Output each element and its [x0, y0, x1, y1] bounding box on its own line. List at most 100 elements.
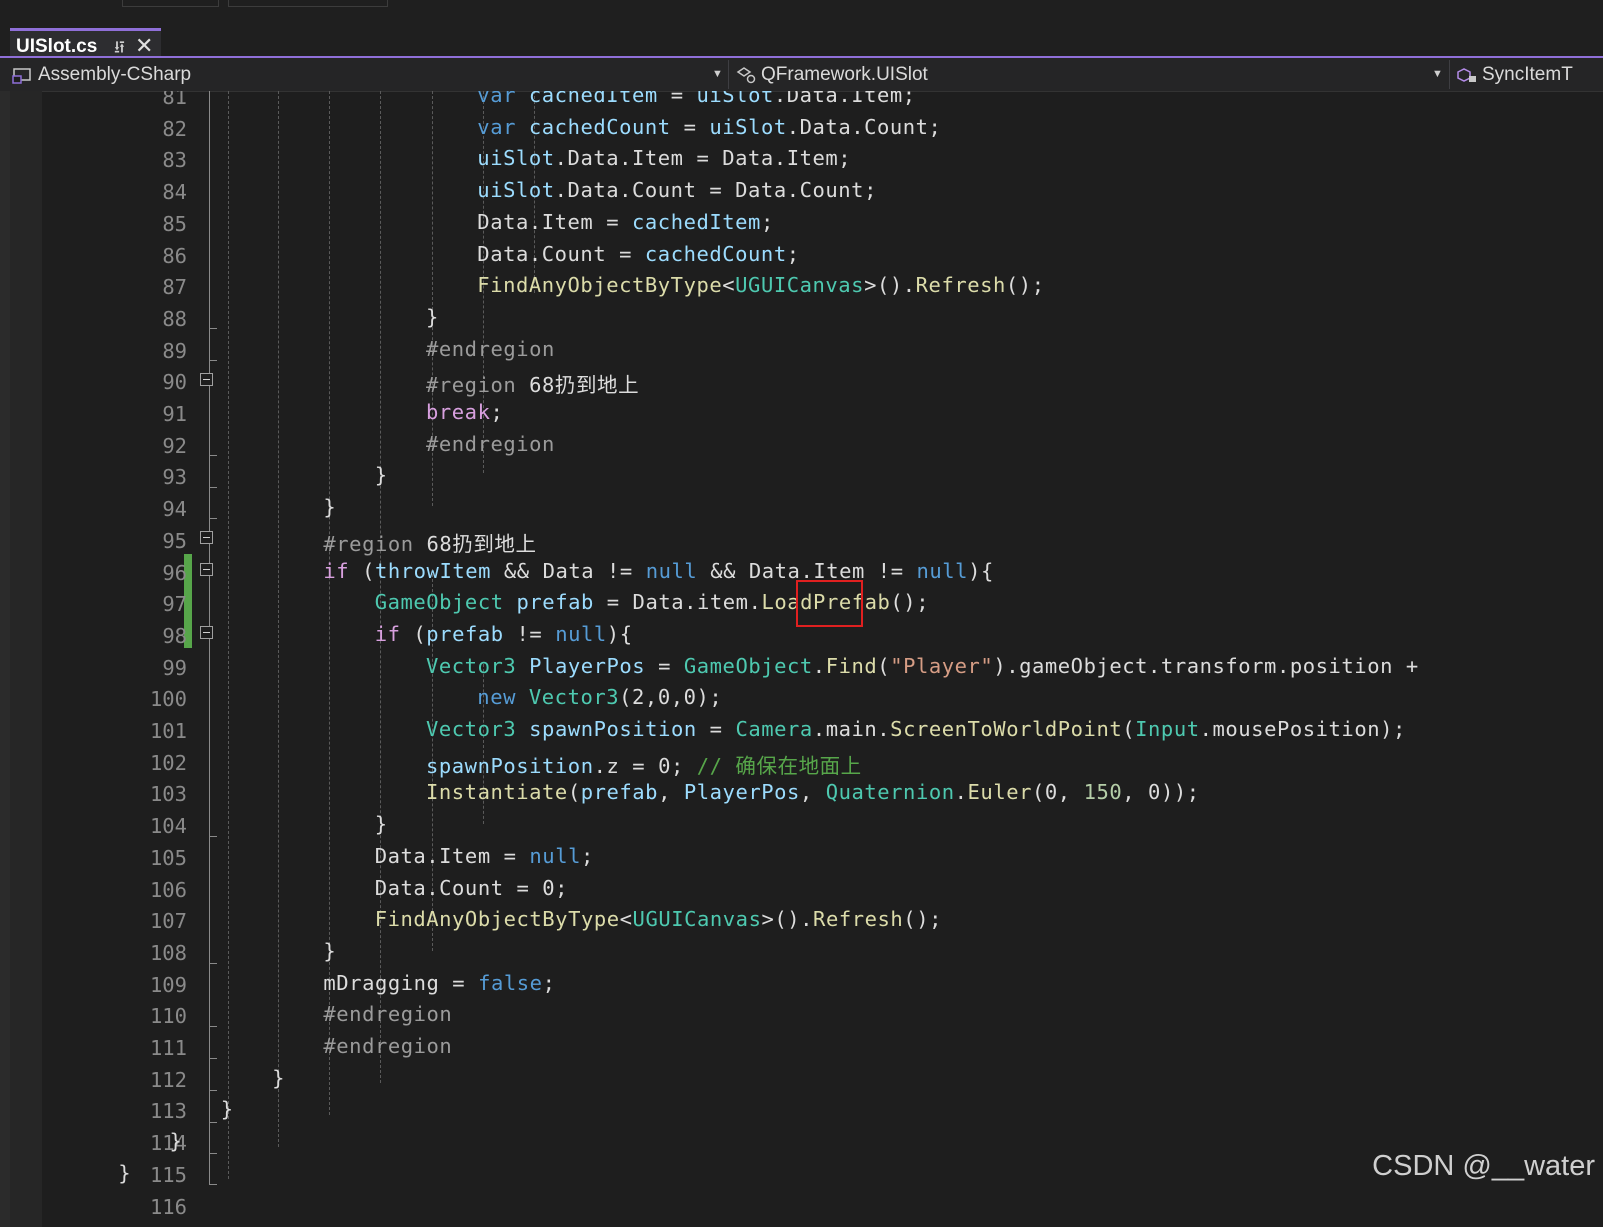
toolbar-dropdown[interactable]	[228, 0, 388, 7]
code-token: !=	[503, 621, 556, 646]
code-line[interactable]: 113}	[42, 1095, 1603, 1127]
code-line[interactable]: 109 mDragging = false;	[42, 969, 1603, 1001]
code-token: Refresh	[813, 907, 904, 932]
method-lock-icon	[1457, 68, 1476, 82]
code-line[interactable]: 92 #endregion	[42, 430, 1603, 462]
code-line[interactable]: 89 #endregion	[42, 335, 1603, 367]
code-line[interactable]: 112}	[42, 1064, 1603, 1096]
code-token: UGUICanvas	[735, 273, 865, 298]
code-line[interactable]: 86 Data.Count = cachedCount;	[42, 240, 1603, 272]
code-token: prefab	[516, 590, 594, 615]
code-token: Vector3	[426, 717, 517, 741]
code-line[interactable]: 85 Data.Item = cachedItem;	[42, 208, 1603, 240]
code-line[interactable]: 105 Data.Item = null;	[42, 842, 1603, 874]
member-dropdown[interactable]: SyncItemT	[1456, 58, 1603, 91]
code-line[interactable]: 94}	[42, 493, 1603, 525]
line-number: 91	[162, 402, 187, 426]
code-text: #region 68扔到地上	[323, 527, 536, 557]
code-text: Data.Item = null;	[375, 844, 594, 868]
code-line[interactable]: 82 var cachedCount = uiSlot.Data.Count;	[42, 113, 1603, 145]
code-token: .Data.Count = Data.Count;	[554, 178, 877, 203]
code-token: }	[169, 1129, 183, 1154]
collapse-region-icon[interactable]	[200, 373, 213, 386]
code-token: (	[877, 653, 891, 678]
code-token: FindAnyObjectByType	[477, 273, 723, 298]
indicator-margin[interactable]	[10, 91, 42, 1227]
code-token: ;	[490, 400, 504, 424]
code-line[interactable]: 103 Instantiate(prefab, PlayerPos, Quater…	[42, 778, 1603, 810]
collapse-region-icon[interactable]	[200, 626, 213, 639]
code-line[interactable]: 84 uiSlot.Data.Count = Data.Count;	[42, 176, 1603, 208]
code-token: ){	[968, 558, 994, 583]
code-token: .	[812, 653, 826, 678]
line-number: 92	[162, 433, 187, 458]
chevron-down-icon[interactable]: ▼	[712, 58, 723, 91]
code-token: UGUICanvas	[632, 907, 762, 932]
line-number: 103	[149, 782, 187, 807]
line-number: 109	[149, 972, 187, 997]
code-line[interactable]: 114}	[42, 1127, 1603, 1159]
code-line[interactable]: 115}	[42, 1159, 1603, 1191]
code-token: =	[657, 91, 697, 107]
code-text: uiSlot.Data.Count = Data.Count;	[477, 178, 877, 202]
code-line[interactable]: 110 #endregion	[42, 1000, 1603, 1032]
collapse-region-icon[interactable]	[200, 531, 213, 544]
line-number: 100	[149, 687, 187, 712]
code-text: }	[170, 1129, 183, 1153]
code-line[interactable]: 104}	[42, 810, 1603, 842]
code-token: Data.Item =	[477, 209, 633, 234]
code-line[interactable]: 99 Vector3 PlayerPos = GameObject.Find("P…	[42, 652, 1603, 684]
code-line[interactable]: 88}	[42, 303, 1603, 335]
chevron-down-icon[interactable]: ▼	[1432, 58, 1443, 91]
code-line[interactable]: 83 uiSlot.Data.Item = Data.Item;	[42, 144, 1603, 176]
code-token: ,	[658, 780, 684, 805]
code-token: cachedItem	[632, 209, 761, 234]
code-line[interactable]: 100 new Vector3(2,0,0);	[42, 683, 1603, 715]
code-text: var cachedItem = uiSlot.Data.Item;	[477, 91, 915, 107]
code-token: .Data.Item = Data.Item;	[554, 146, 852, 171]
code-line[interactable]: 108}	[42, 937, 1603, 969]
code-line[interactable]: 107 FindAnyObjectByType<UGUICanvas>().Ref…	[42, 905, 1603, 937]
code-line[interactable]: 87 FindAnyObjectByType<UGUICanvas>().Refr…	[42, 271, 1603, 303]
editor-left-strip	[0, 91, 10, 1227]
code-token: #endregion	[323, 1034, 453, 1058]
line-number: 81	[162, 91, 187, 109]
top-toolbar-strip	[0, 0, 1603, 10]
code-token: if	[374, 621, 401, 646]
code-line[interactable]: 116	[42, 1191, 1603, 1223]
line-number: 113	[149, 1099, 187, 1124]
toolbar-dropdown[interactable]	[122, 0, 219, 7]
code-token: && Data.Item !=	[697, 558, 917, 583]
code-token: null	[645, 558, 698, 583]
code-token: }	[323, 495, 337, 520]
code-line[interactable]: 91 break;	[42, 398, 1603, 430]
code-line[interactable]: 106 Data.Count = 0;	[42, 874, 1603, 906]
line-number: 108	[149, 940, 187, 965]
project-dropdown[interactable]: Assembly-CSharp	[12, 58, 717, 91]
code-editor[interactable]: 81 var cachedItem = uiSlot.Data.Item; 82 va…	[42, 91, 1603, 1227]
code-token: // 确保在地面上	[696, 753, 862, 778]
code-line[interactable]: 102 spawnPosition.z = 0; // 确保在地面上	[42, 747, 1603, 779]
code-token: }	[272, 1065, 285, 1090]
code-text: Instantiate(prefab, PlayerPos, Quaternio…	[426, 780, 1200, 804]
code-token: prefab	[580, 780, 659, 805]
code-line[interactable]: 95 #region 68扔到地上	[42, 525, 1603, 557]
code-text: }	[118, 1161, 131, 1185]
code-line[interactable]: 81 var cachedItem = uiSlot.Data.Item;	[42, 91, 1603, 113]
code-token: = Data.item.	[593, 590, 762, 615]
code-text: break;	[426, 400, 503, 424]
project-name: Assembly-CSharp	[38, 64, 192, 85]
code-token: Data.Count = 0;	[374, 875, 569, 900]
code-line[interactable]: 93}	[42, 461, 1603, 493]
code-token: ){	[606, 621, 633, 646]
collapse-region-icon[interactable]	[200, 563, 213, 576]
type-name: QFramework.UISlot	[761, 64, 928, 85]
code-line[interactable]: 101 Vector3 spawnPosition = Camera.main.S…	[42, 715, 1603, 747]
code-line[interactable]: 111 #endregion	[42, 1032, 1603, 1064]
code-line[interactable]: 90 #region 68扔到地上	[42, 366, 1603, 398]
type-dropdown[interactable]: QFramework.UISlot	[735, 58, 1435, 91]
outline-tick	[210, 1058, 217, 1059]
